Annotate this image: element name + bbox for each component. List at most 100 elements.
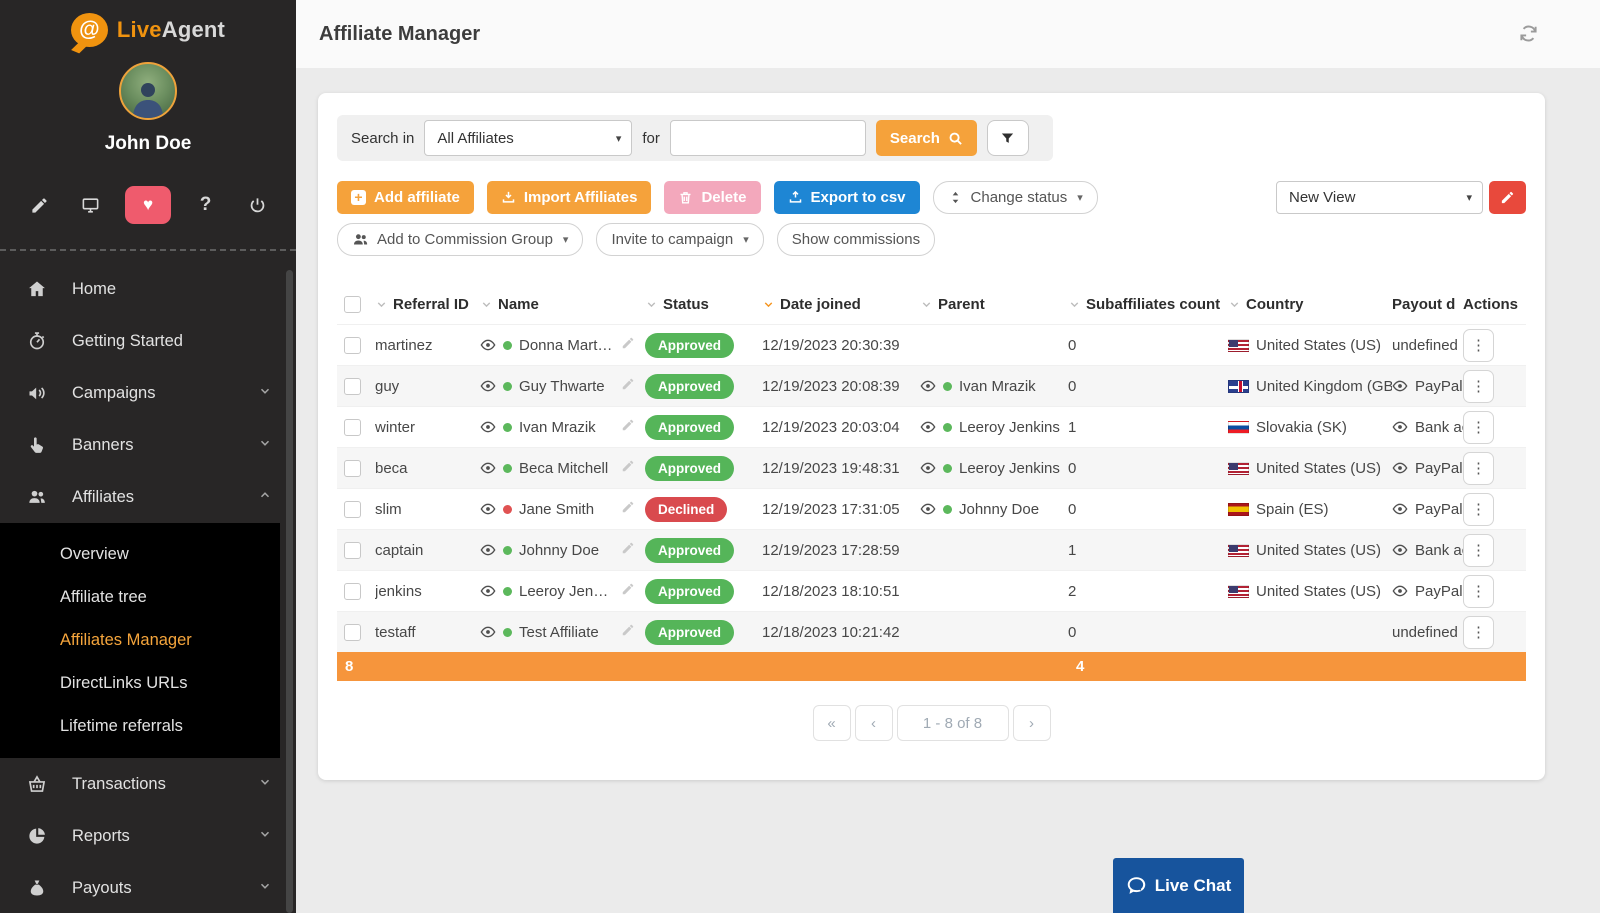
edit-pencil-icon[interactable] <box>621 582 645 600</box>
eye-icon[interactable] <box>1392 378 1408 394</box>
sidebar-item-getting-started[interactable]: Getting Started <box>0 315 296 367</box>
column-header-referral-id[interactable]: Referral ID <box>375 296 480 313</box>
row-actions-button[interactable]: ⋮ <box>1463 534 1494 567</box>
row-actions-button[interactable]: ⋮ <box>1463 370 1494 403</box>
sidebar-scrollbar[interactable] <box>286 270 293 913</box>
live-chat-button[interactable]: Live Chat <box>1113 858 1244 913</box>
select-all-checkbox[interactable] <box>344 296 361 313</box>
eye-icon[interactable] <box>920 460 936 476</box>
column-header-status[interactable]: Status <box>645 296 762 313</box>
change-status-button[interactable]: Change status▾ <box>933 181 1098 214</box>
column-header-country[interactable]: Country <box>1228 296 1392 313</box>
sidebar-item-transactions[interactable]: Transactions <box>0 758 296 810</box>
filter-button[interactable] <box>987 120 1029 156</box>
eye-icon[interactable] <box>1392 419 1408 435</box>
submenu-item-lifetime-referrals[interactable]: Lifetime referrals <box>0 705 280 748</box>
search-button[interactable]: Search <box>876 120 977 156</box>
eye-icon[interactable] <box>480 583 496 599</box>
table-row: winterIvan MrazikApproved12/19/2023 20:0… <box>337 406 1526 447</box>
edit-pencil-icon[interactable] <box>621 623 645 641</box>
search-input[interactable] <box>670 120 866 156</box>
pagination-prev-button[interactable]: ‹ <box>855 705 893 741</box>
edit-pencil-icon[interactable] <box>621 459 645 477</box>
person-name: Donna Martinez <box>519 337 614 354</box>
submenu-item-overview[interactable]: Overview <box>0 533 280 576</box>
edit-pencil-icon[interactable] <box>621 336 645 354</box>
row-actions-button[interactable]: ⋮ <box>1463 575 1494 608</box>
edit-pencil-icon[interactable] <box>621 377 645 395</box>
eye-icon[interactable] <box>1392 501 1408 517</box>
export-to-csv-button[interactable]: Export to csv <box>774 181 920 214</box>
eye-icon[interactable] <box>920 378 936 394</box>
row-checkbox[interactable] <box>344 624 361 641</box>
column-header-date-joined[interactable]: Date joined <box>762 296 920 313</box>
row-actions-button[interactable]: ⋮ <box>1463 616 1494 649</box>
avatar <box>119 62 177 120</box>
delete-button[interactable]: Delete <box>664 181 760 214</box>
eye-icon[interactable] <box>1392 542 1408 558</box>
add-affiliate-button[interactable]: +Add affiliate <box>337 181 474 214</box>
flag-icon-GB <box>1228 380 1249 393</box>
toolbar-row-2: Add to Commission Group▾ Invite to campa… <box>337 223 1526 256</box>
search-scope-select[interactable]: All Affiliates▾ <box>424 120 632 156</box>
eye-icon[interactable] <box>480 501 496 517</box>
sidebar-item-reports[interactable]: Reports <box>0 810 296 862</box>
eye-icon[interactable] <box>480 542 496 558</box>
sidebar-item-campaigns[interactable]: Campaigns <box>0 367 296 419</box>
row-checkbox[interactable] <box>344 419 361 436</box>
column-header-name[interactable]: Name <box>480 296 645 313</box>
cell-referral-id: martinez <box>375 337 480 354</box>
sidebar-item-home[interactable]: Home <box>0 263 296 315</box>
row-checkbox[interactable] <box>344 378 361 395</box>
view-select[interactable]: New View▾ <box>1276 181 1483 214</box>
row-checkbox[interactable] <box>344 542 361 559</box>
add-to-commission-group-button[interactable]: Add to Commission Group▾ <box>337 223 583 256</box>
edit-profile-pencil-icon[interactable] <box>22 188 56 222</box>
eye-icon[interactable] <box>480 624 496 640</box>
monitor-icon[interactable] <box>74 188 108 222</box>
column-header-subaffiliates-count[interactable]: Subaffiliates count <box>1068 296 1228 313</box>
submenu-item-affiliate-tree[interactable]: Affiliate tree <box>0 576 280 619</box>
eye-icon[interactable] <box>480 337 496 353</box>
sidebar-item-banners[interactable]: Banners <box>0 419 296 471</box>
row-checkbox[interactable] <box>344 583 361 600</box>
import-affiliates-button[interactable]: Import Affiliates <box>487 181 652 214</box>
sidebar-item-affiliates[interactable]: Affiliates <box>0 471 296 523</box>
sidebar-item-payouts[interactable]: Payouts <box>0 862 296 913</box>
flag-icon-US <box>1228 339 1249 352</box>
row-checkbox[interactable] <box>344 460 361 477</box>
row-actions-button[interactable]: ⋮ <box>1463 411 1494 444</box>
eye-icon[interactable] <box>920 419 936 435</box>
chat-bubble-icon <box>1126 875 1147 896</box>
eye-icon[interactable] <box>480 419 496 435</box>
eye-icon[interactable] <box>1392 460 1408 476</box>
eye-icon[interactable] <box>1392 583 1408 599</box>
pagination-next-button[interactable]: › <box>1013 705 1051 741</box>
chevron-down-icon <box>258 879 272 898</box>
eye-icon[interactable] <box>480 460 496 476</box>
row-actions-button[interactable]: ⋮ <box>1463 493 1494 526</box>
edit-pencil-icon[interactable] <box>621 541 645 559</box>
status-badge: Approved <box>645 538 734 563</box>
row-checkbox[interactable] <box>344 501 361 518</box>
cell-payout-details: PayPal <box>1392 378 1463 395</box>
invite-to-campaign-button[interactable]: Invite to campaign▾ <box>596 223 763 256</box>
column-header-parent[interactable]: Parent <box>920 296 1068 313</box>
refresh-icon[interactable] <box>1519 24 1538 48</box>
submenu-item-directlinks-urls[interactable]: DirectLinks URLs <box>0 662 280 705</box>
cell-country: United States (US) <box>1228 460 1392 477</box>
row-checkbox[interactable] <box>344 337 361 354</box>
show-commissions-button[interactable]: Show commissions <box>777 223 935 256</box>
health-heart-button[interactable]: ♥ <box>125 186 171 224</box>
eye-icon[interactable] <box>480 378 496 394</box>
pagination-first-button[interactable]: « <box>813 705 851 741</box>
edit-pencil-icon[interactable] <box>621 500 645 518</box>
submenu-item-affiliates-manager[interactable]: Affiliates Manager <box>0 619 280 662</box>
power-icon[interactable] <box>240 188 274 222</box>
help-icon[interactable]: ? <box>189 188 223 222</box>
edit-pencil-icon[interactable] <box>621 418 645 436</box>
row-actions-button[interactable]: ⋮ <box>1463 329 1494 362</box>
row-actions-button[interactable]: ⋮ <box>1463 452 1494 485</box>
edit-view-button[interactable] <box>1489 181 1526 214</box>
eye-icon[interactable] <box>920 501 936 517</box>
